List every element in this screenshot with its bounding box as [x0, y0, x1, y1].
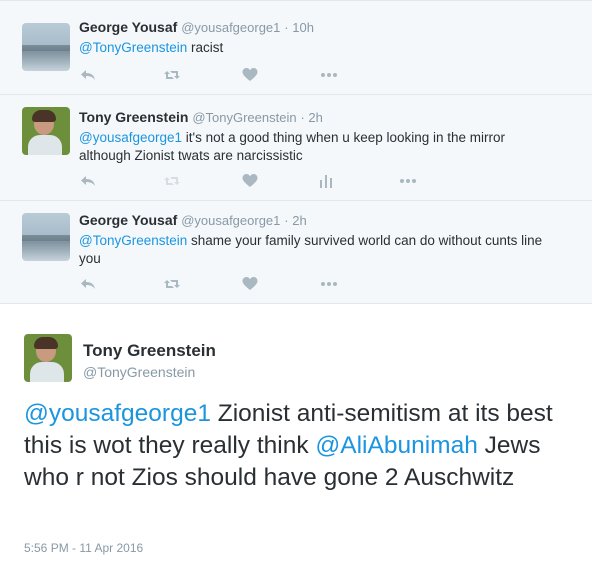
- main-timestamp[interactable]: 5:56 PM - 11 Apr 2016: [24, 541, 143, 555]
- more-icon[interactable]: [399, 172, 417, 190]
- tweet-text: @TonyGreenstein shame your family surviv…: [79, 232, 572, 268]
- tweet-header: George Yousaf @yousafgeorge1 · 10h: [79, 18, 572, 37]
- retweet-icon[interactable]: [163, 66, 181, 84]
- avatar[interactable]: [22, 213, 70, 261]
- handle[interactable]: @yousafgeorge1: [181, 20, 280, 35]
- timestamp[interactable]: · 10h: [284, 20, 314, 35]
- mention-link[interactable]: @AliAbunimah: [315, 432, 477, 459]
- fullname[interactable]: George Yousaf: [79, 212, 177, 228]
- tweet-header: George Yousaf @yousafgeorge1 · 2h: [79, 211, 572, 230]
- retweet-icon[interactable]: [163, 172, 181, 190]
- fullname[interactable]: Tony Greenstein: [79, 109, 188, 125]
- tweet-header: Tony Greenstein @TonyGreenstein · 2h: [79, 108, 572, 127]
- mention-link[interactable]: @TonyGreenstein: [79, 233, 187, 248]
- main-fullname[interactable]: Tony Greenstein: [83, 341, 216, 361]
- timestamp[interactable]: · 2h: [284, 213, 306, 228]
- tweet-actions: [79, 275, 339, 293]
- retweet-icon[interactable]: [163, 275, 181, 293]
- mention-link[interactable]: @yousafgeorge1: [24, 400, 211, 427]
- avatar[interactable]: [24, 334, 72, 382]
- fullname[interactable]: George Yousaf: [79, 19, 177, 35]
- main-tweet-text: @yousafgeorge1 Zionist anti-semitism at …: [24, 398, 579, 494]
- timestamp[interactable]: · 2h: [300, 110, 322, 125]
- more-icon[interactable]: [320, 275, 338, 293]
- main-handle[interactable]: @TonyGreenstein: [83, 364, 195, 380]
- tweet-text: @yousafgeorge1 it's not a good thing whe…: [79, 129, 572, 165]
- analytics-icon[interactable]: [317, 172, 335, 190]
- avatar[interactable]: [22, 107, 70, 155]
- more-icon[interactable]: [320, 66, 338, 84]
- mention-link[interactable]: @TonyGreenstein: [79, 40, 187, 55]
- heart-icon[interactable]: [241, 66, 259, 84]
- avatar[interactable]: [22, 23, 70, 71]
- reply-content-3: George Yousaf @yousafgeorge1 · 2h @TonyG…: [79, 211, 572, 268]
- tweet-body-cont: you: [79, 251, 101, 266]
- reply-icon[interactable]: [79, 172, 97, 190]
- handle[interactable]: @yousafgeorge1: [181, 213, 280, 228]
- tweet-body-cont: although Zionist twats are narcissistic: [79, 148, 303, 163]
- tweet-body: shame your family survived world can do …: [187, 233, 543, 248]
- mention-link[interactable]: @yousafgeorge1: [79, 130, 182, 145]
- reply-icon[interactable]: [79, 66, 97, 84]
- tweet-actions: [79, 66, 339, 84]
- handle[interactable]: @TonyGreenstein: [192, 110, 296, 125]
- tweet-body: racist: [187, 40, 224, 55]
- reply-content-2: Tony Greenstein @TonyGreenstein · 2h @yo…: [79, 108, 572, 165]
- tweet-actions: [79, 172, 419, 190]
- reply-icon[interactable]: [79, 275, 97, 293]
- heart-icon[interactable]: [241, 275, 259, 293]
- tweet-body: it's not a good thing when u keep lookin…: [182, 130, 506, 145]
- tweet-text: @TonyGreenstein racist: [79, 39, 572, 57]
- heart-icon[interactable]: [241, 172, 259, 190]
- reply-content-1: George Yousaf @yousafgeorge1 · 10h @Tony…: [79, 18, 572, 57]
